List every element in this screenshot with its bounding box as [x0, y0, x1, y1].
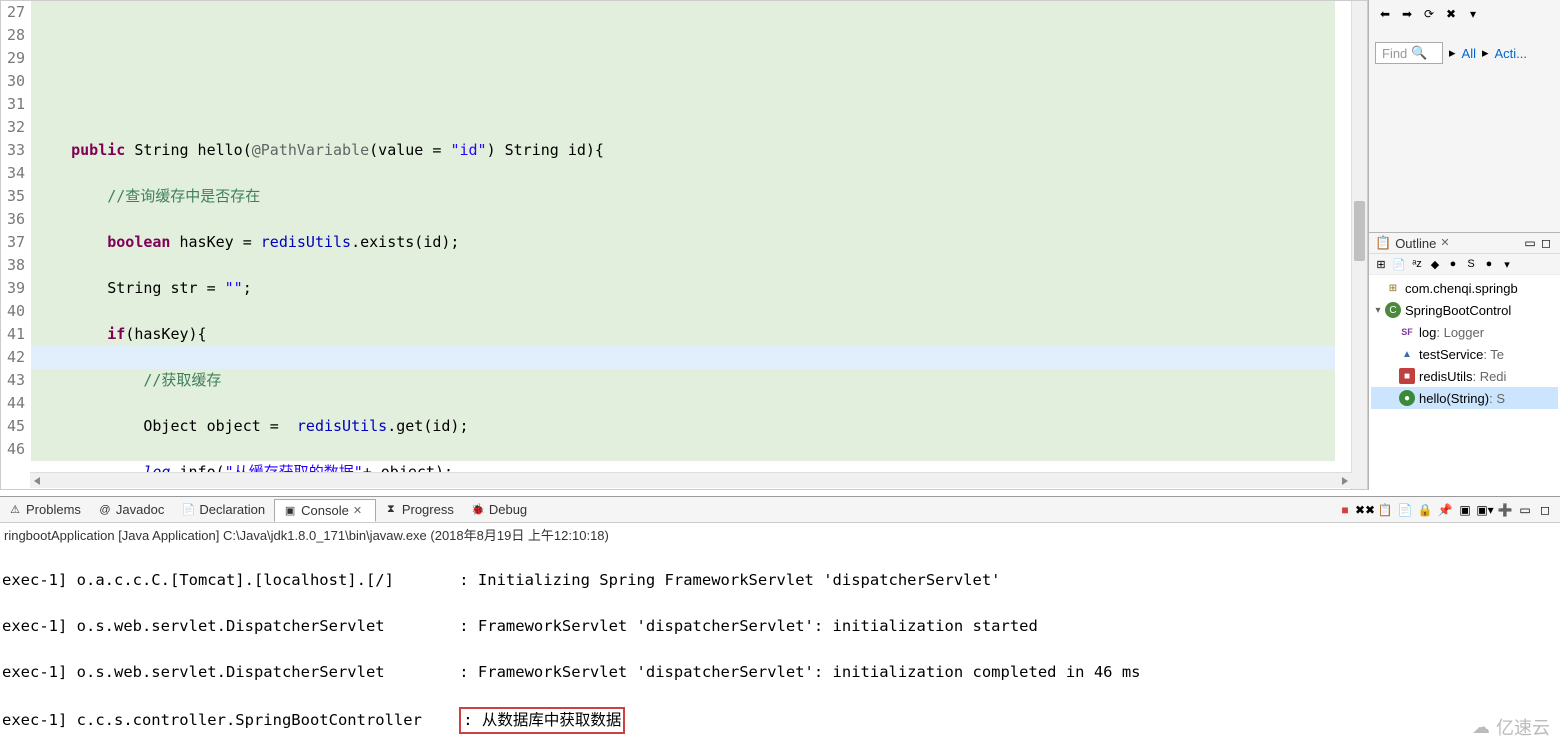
- remove-all-icon[interactable]: 📋: [1376, 501, 1394, 519]
- line-gutter: 2728293031323334353637383940414243444546: [1, 1, 31, 489]
- tab-javadoc[interactable]: @Javadoc: [90, 499, 173, 520]
- tree-field-log[interactable]: SFlog : Logger: [1371, 321, 1558, 343]
- tree-package[interactable]: ⊞com.chenqi.springb: [1371, 277, 1558, 299]
- hide-fields-icon[interactable]: ◆: [1427, 256, 1443, 272]
- private-field-icon: ■: [1399, 368, 1415, 384]
- tab-console[interactable]: ▣Console✕: [274, 499, 376, 522]
- bottom-tabs: ⚠Problems @Javadoc 📄Declaration ▣Console…: [0, 497, 1560, 523]
- tab-declaration[interactable]: 📄Declaration: [173, 499, 274, 520]
- outline-icon: 📋: [1375, 235, 1391, 251]
- chevron-right-icon: ▸: [1482, 45, 1489, 61]
- console-line: exec-1] o.s.web.servlet.DispatcherServle…: [2, 661, 1558, 684]
- close-icon[interactable]: ✕: [1440, 236, 1454, 250]
- az-icon[interactable]: ᵃz: [1409, 256, 1425, 272]
- debug-icon: 🐞: [471, 503, 485, 517]
- console-toolbar: ■ ✖✖ 📋 📄 🔒 📌 ▣ ▣▾ ➕ ▭ ◻: [1336, 501, 1560, 519]
- terminate-icon[interactable]: ■: [1336, 501, 1354, 519]
- tree-class[interactable]: ▾CSpringBootControl: [1371, 299, 1558, 321]
- minimize-icon[interactable]: ▭: [1522, 235, 1538, 251]
- progress-icon: ⧗: [384, 503, 398, 517]
- pin-icon[interactable]: 📌: [1436, 501, 1454, 519]
- tab-progress[interactable]: ⧗Progress: [376, 499, 463, 520]
- default-field-icon: ▲: [1399, 346, 1415, 362]
- class-icon: C: [1385, 302, 1401, 318]
- package-icon: ⊞: [1385, 280, 1401, 296]
- close-icon[interactable]: ✕: [353, 504, 367, 518]
- scroll-lock-icon[interactable]: 🔒: [1416, 501, 1434, 519]
- highlighted-log: : 从数据库中获取数据: [459, 707, 625, 734]
- public-method-icon: ●: [1399, 390, 1415, 406]
- max-icon[interactable]: ◻: [1536, 501, 1554, 519]
- tab-problems[interactable]: ⚠Problems: [0, 499, 90, 520]
- dropdown-icon[interactable]: ▾: [1465, 6, 1481, 22]
- open-console-icon[interactable]: ▣▾: [1476, 501, 1494, 519]
- problems-icon: ⚠: [8, 503, 22, 517]
- static-field-icon: SF: [1399, 324, 1415, 340]
- clear-icon[interactable]: 📄: [1396, 501, 1414, 519]
- right-toolbar: ⬅ ➡ ⟳ ✖ ▾: [1373, 4, 1556, 24]
- console-header: ringbootApplication [Java Application] C…: [0, 523, 1560, 546]
- hide-nonpublic-icon[interactable]: S: [1463, 256, 1479, 272]
- nav-fwd-icon[interactable]: ➡: [1399, 6, 1415, 22]
- sort-icon[interactable]: 📄: [1391, 256, 1407, 272]
- outline-view: 📋 Outline ✕ ▭ ◻ ⊞ 📄 ᵃz ◆ ● S ● ▾ ⊞com.chen…: [1369, 232, 1560, 490]
- console-line: exec-1] c.c.s.controller.SpringBootContr…: [2, 707, 1558, 730]
- menu-icon[interactable]: ▾: [1499, 256, 1515, 272]
- tree-field-testservice[interactable]: ▲testService : Te: [1371, 343, 1558, 365]
- focus-icon[interactable]: ⊞: [1373, 256, 1389, 272]
- console-icon: ▣: [283, 504, 297, 518]
- hide-local-icon[interactable]: ●: [1481, 256, 1497, 272]
- stop-icon[interactable]: ✖: [1443, 6, 1459, 22]
- editor-vscroll[interactable]: [1351, 1, 1367, 489]
- hide-static-icon[interactable]: ●: [1445, 256, 1461, 272]
- editor-hscroll[interactable]: [30, 472, 1352, 488]
- min-icon[interactable]: ▭: [1516, 501, 1534, 519]
- activate-link[interactable]: Acti...: [1495, 46, 1528, 61]
- refresh-icon[interactable]: ⟳: [1421, 6, 1437, 22]
- tree-field-redisutils[interactable]: ■redisUtils : Redi: [1371, 365, 1558, 387]
- search-icon: 🔍: [1411, 45, 1427, 61]
- bottom-panel: ⚠Problems @Javadoc 📄Declaration ▣Console…: [0, 496, 1560, 746]
- chevron-right-icon: ▸: [1449, 45, 1456, 61]
- nav-back-icon[interactable]: ⬅: [1377, 6, 1393, 22]
- outline-title: Outline: [1395, 236, 1436, 251]
- code-editor[interactable]: 2728293031323334353637383940414243444546…: [0, 0, 1368, 490]
- outline-tree[interactable]: ⊞com.chenqi.springb ▾CSpringBootControl …: [1369, 275, 1560, 490]
- find-input[interactable]: Find🔍: [1375, 42, 1443, 64]
- remove-terminated-icon[interactable]: ✖✖: [1356, 501, 1374, 519]
- right-panel: ⬅ ➡ ⟳ ✖ ▾ Find🔍 ▸ All ▸ Acti... 📋 Outline…: [1368, 0, 1560, 490]
- display-icon[interactable]: ▣: [1456, 501, 1474, 519]
- console-line: exec-1] o.s.web.servlet.DispatcherServle…: [2, 615, 1558, 638]
- javadoc-icon: @: [98, 503, 112, 517]
- declaration-icon: 📄: [181, 503, 195, 517]
- new-console-icon[interactable]: ➕: [1496, 501, 1514, 519]
- tree-method-hello[interactable]: ●hello(String) : S: [1371, 387, 1558, 409]
- maximize-icon[interactable]: ◻: [1538, 235, 1554, 251]
- tab-debug[interactable]: 🐞Debug: [463, 499, 536, 520]
- all-link[interactable]: All: [1462, 46, 1476, 61]
- console-output[interactable]: exec-1] o.a.c.c.C.[Tomcat].[localhost].[…: [0, 546, 1560, 746]
- console-line: exec-1] o.a.c.c.C.[Tomcat].[localhost].[…: [2, 569, 1558, 592]
- code-area[interactable]: public String hello(@PathVariable(value …: [31, 1, 1351, 489]
